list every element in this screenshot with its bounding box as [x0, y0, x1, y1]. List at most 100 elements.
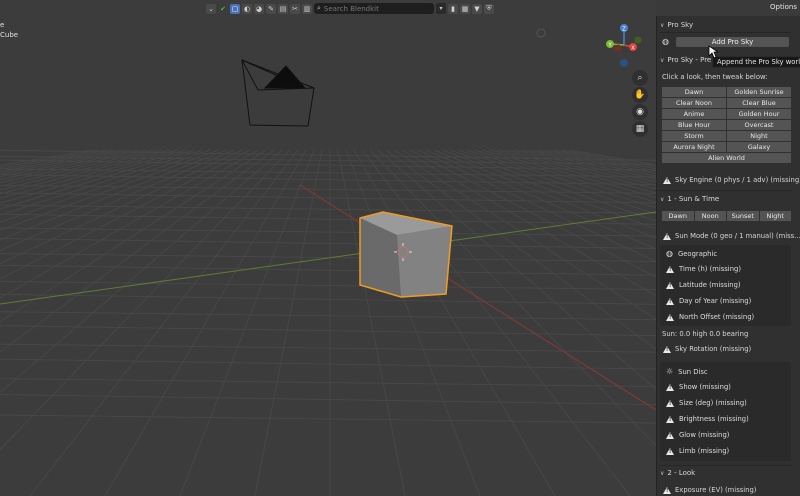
disc-item-row: Show (missing) [666, 383, 731, 391]
exposure-row: Exposure (EV) (missing) [663, 486, 789, 494]
disc-item-row: Size (deg) (missing) [666, 399, 747, 407]
disc-item-row: Limb (missing) [666, 447, 729, 455]
time-button-sunset[interactable]: Sunset [727, 211, 759, 221]
bookmark-icon[interactable]: ▮ [448, 3, 458, 14]
look-panel-header[interactable]: ∨ 2 - Look [660, 468, 788, 478]
sun-time-panel-header[interactable]: ∨ 1 - Sun & Time [660, 194, 788, 204]
geo-item-label: Latitude (missing) [679, 281, 741, 289]
chevron-down-icon: ∨ [660, 21, 665, 29]
exposure-label: Exposure (EV) (missing) [675, 486, 757, 494]
floor-grid [0, 149, 656, 496]
shading-material-icon[interactable]: ◕ [254, 3, 264, 14]
warning-icon [666, 297, 674, 305]
disc-item-label: Brightness (missing) [679, 415, 749, 423]
preset-button[interactable]: Anime [662, 109, 726, 119]
time-buttons: Dawn Noon Sunset Night [662, 211, 791, 221]
chevron-down-icon: ∨ [660, 56, 665, 64]
select-box-icon[interactable]: ▢ [230, 3, 240, 14]
preset-button[interactable]: Clear Noon [662, 98, 726, 108]
sun-info-text: Sun: 0.0 high 0.0 bearing [662, 330, 749, 338]
search-dropdown-icon[interactable]: ▾ [436, 3, 446, 14]
shading-solid-icon[interactable]: ◐ [242, 3, 252, 14]
options-button[interactable]: Options [770, 3, 797, 11]
gizmo-y-label: Y [607, 43, 612, 49]
pro-sky-panel-header[interactable]: ∨ Pro Sky [660, 20, 788, 30]
navigation-gizmo[interactable]: Z X Y [606, 24, 642, 67]
gizmo-z-label: Z [622, 27, 626, 33]
sun-mode-label: Sun Mode (0 geo / 1 manual) (miss... [675, 232, 800, 240]
preset-button[interactable]: Golden Sunrise [727, 87, 791, 97]
preset-grid: Dawn Golden Sunrise Clear Noon Clear Blu… [662, 87, 791, 163]
preset-button[interactable]: Storm [662, 131, 726, 141]
overlay-object-name: Cube [0, 31, 19, 39]
preset-button[interactable]: Clear Blue [727, 98, 791, 108]
geo-item-row: Day of Year (missing) [666, 297, 751, 305]
geo-item-label: Day of Year (missing) [679, 297, 752, 305]
3d-viewport[interactable]: Z X Y e Cube ⌕ ✋ ◉ ▦ [0, 0, 656, 496]
zoom-icon[interactable]: ⌕ [632, 70, 648, 86]
sun-icon: ☼ [666, 367, 674, 376]
warning-icon [663, 486, 671, 494]
time-button-night[interactable]: Night [759, 211, 791, 221]
panel-title: 1 - Sun & Time [667, 195, 720, 203]
preset-button[interactable]: Aurora Night [662, 142, 726, 152]
search-icon: ⌕ [317, 4, 321, 12]
texture-icon[interactable]: ▥ [302, 3, 312, 14]
sky-engine-row: Sky Engine (0 phys / 1 adv) (missing) [663, 176, 800, 184]
preset-button[interactable]: Overcast [727, 120, 791, 130]
warning-icon [663, 176, 671, 184]
disc-item-row: Glow (missing) [666, 431, 729, 439]
panel-title: 2 - Look [667, 469, 696, 477]
shield-icon[interactable]: ⛨ [484, 3, 494, 14]
warning-icon [663, 345, 671, 353]
camera-object [241, 59, 315, 127]
warning-icon [666, 447, 674, 455]
warning-icon [666, 281, 674, 289]
grid-view-icon[interactable]: ▦ [632, 121, 648, 137]
preset-button[interactable]: Galaxy [727, 142, 791, 152]
cursor-tool-icon[interactable]: ⌄ [206, 3, 216, 14]
disc-item-label: Size (deg) (missing) [679, 399, 747, 407]
warning-icon [666, 383, 674, 391]
geo-item-row: Time (h) (missing) [666, 265, 741, 273]
scene-icon[interactable]: ✎ [266, 3, 276, 14]
x-axis-line [299, 184, 656, 411]
chevron-down-icon: ∨ [660, 469, 665, 477]
preset-button[interactable]: Dawn [662, 87, 726, 97]
geo-item-label: Time (h) (missing) [679, 265, 741, 273]
geo-item-row: Latitude (missing) [666, 281, 741, 289]
time-button-noon[interactable]: Noon [694, 211, 726, 221]
panel-title: Pro Sky [667, 21, 694, 29]
geo-item-label: North Offset (missing) [679, 313, 755, 321]
sky-rotation-row: Sky Rotation (missing) [663, 345, 789, 353]
preset-button[interactable]: Blue Hour [662, 120, 726, 130]
warning-icon [663, 232, 671, 240]
blendkit-search-input[interactable] [323, 4, 424, 13]
disc-item-label: Glow (missing) [679, 431, 730, 439]
sun-mode-row: Sun Mode (0 geo / 1 manual) (miss... [663, 232, 800, 240]
check-icon[interactable]: ✔ [218, 4, 228, 14]
mouse-pointer-icon [708, 45, 718, 59]
sky-rotation-label: Sky Rotation (missing) [675, 345, 752, 353]
gizmo-x-label: X [631, 46, 635, 52]
brush-icon[interactable]: ✂ [290, 3, 300, 14]
sky-engine-label: Sky Engine (0 phys / 1 adv) (missing) [675, 176, 800, 184]
warning-icon [666, 415, 674, 423]
hand-pan-icon[interactable]: ✋ [632, 87, 648, 103]
blendkit-search[interactable]: ⌕ [314, 3, 434, 14]
geo-item-row: North Offset (missing) [666, 313, 754, 321]
image-icon[interactable]: ▤ [278, 3, 288, 14]
asset-layout-icon[interactable]: ▦ [460, 3, 470, 14]
viewport-header-tools: ⌄ ✔ ▢ ◐ ◕ ✎ ▤ ✂ ▥ ⌕ ▾ ▮ ▦ ▼ ⛨ [206, 2, 494, 15]
filter-icon[interactable]: ▼ [472, 3, 482, 14]
add-pro-sky-button[interactable]: Add Pro Sky [676, 37, 789, 47]
overlay-line-1: e [0, 21, 5, 29]
globe-icon: ◍ [666, 249, 673, 258]
camera-view-icon[interactable]: ◉ [632, 104, 648, 120]
preset-button-alien-world[interactable]: Alien World [662, 153, 791, 163]
preset-button[interactable]: Golden Hour [727, 109, 791, 119]
preset-button[interactable]: Night [727, 131, 791, 141]
geographic-title: Geographic [677, 249, 718, 258]
warning-icon [666, 313, 674, 321]
time-button-dawn[interactable]: Dawn [662, 211, 694, 221]
